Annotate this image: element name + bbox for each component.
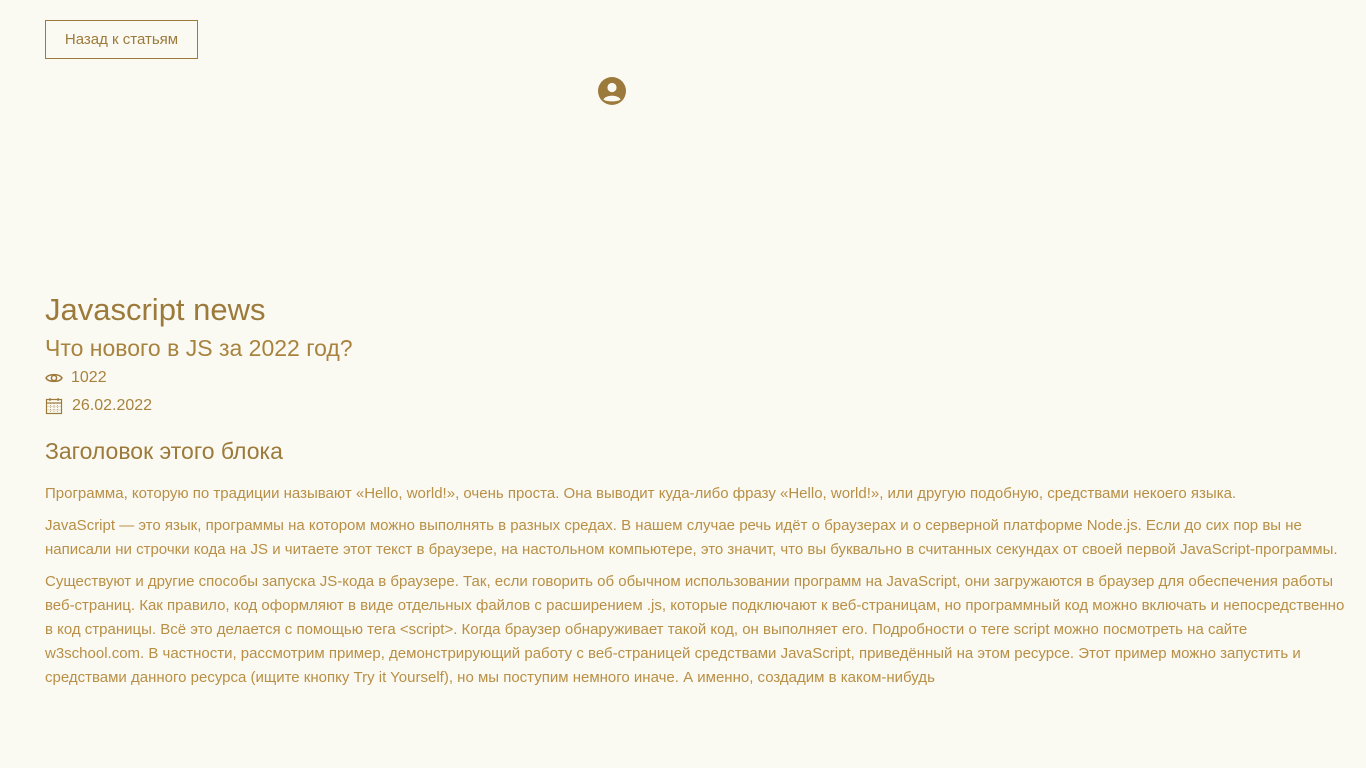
publish-date-text: 26.02.2022 (72, 397, 153, 414)
user-circle-icon[interactable] (597, 76, 627, 106)
article-paragraph: Существуют и другие способы запуска JS-к… (45, 573, 1345, 686)
views-counter: 1022 (45, 368, 107, 388)
back-to-articles-button[interactable]: Назад к статьям (45, 20, 198, 59)
site-title: Javascript news (45, 292, 266, 327)
calendar-icon (45, 397, 63, 415)
block-title: Заголовок этого блока (45, 438, 283, 464)
article-title: Что нового в JS за 2022 год? (45, 335, 353, 361)
article-paragraph: Программа, которую по традиции называют … (45, 485, 1237, 502)
eye-icon (45, 369, 63, 387)
article-paragraph: JavaScript — это язык, программы на кото… (45, 517, 1338, 558)
publish-date: 26.02.2022 (45, 396, 152, 416)
views-count: 1022 (71, 369, 107, 386)
article-body: Программа, которую по традиции называют … (45, 482, 1345, 698)
article-page: Назад к статьям Javascript news Что ново… (0, 0, 1366, 768)
